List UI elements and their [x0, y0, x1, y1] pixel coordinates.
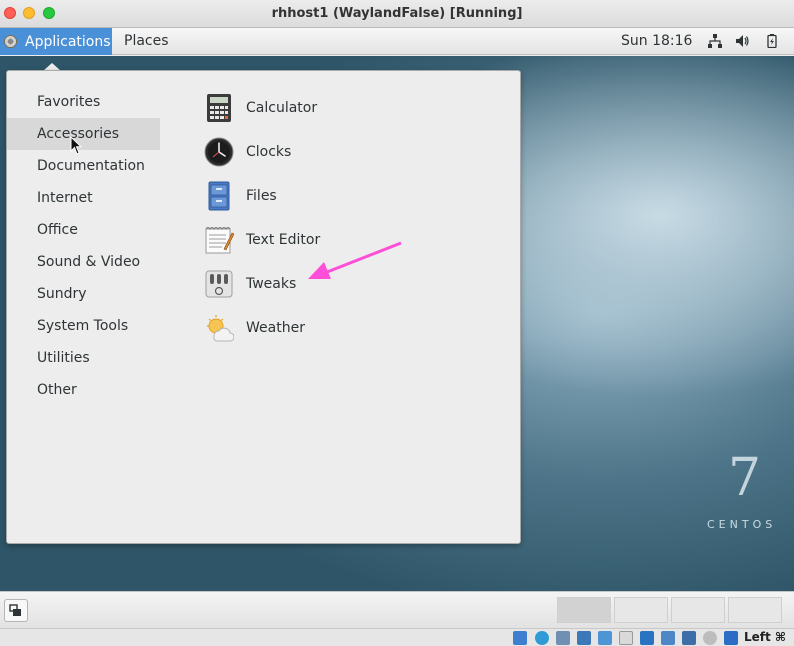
category-documentation[interactable]: Documentation: [37, 158, 145, 174]
network-adapter-icon[interactable]: [577, 631, 591, 645]
category-system-tools[interactable]: System Tools: [37, 318, 128, 334]
workspace-2[interactable]: [614, 597, 668, 623]
volume-icon[interactable]: [735, 34, 749, 48]
window-titlebar: rhhost1 (WaylandFalse) [Running]: [0, 0, 794, 28]
virtualization-icon[interactable]: [682, 631, 696, 645]
app-label: Files: [246, 188, 277, 204]
app-calculator[interactable]: Calculator: [204, 90, 404, 126]
clock-icon: [204, 137, 234, 167]
places-menu-button[interactable]: Places: [124, 33, 169, 49]
workspace-4[interactable]: [728, 597, 782, 623]
centos-logo-number: 7: [728, 448, 762, 508]
applications-label: Applications: [25, 33, 111, 50]
weather-icon: [207, 315, 234, 342]
annotation-arrow-icon: [308, 241, 402, 279]
window-list-icon: [9, 604, 21, 616]
category-office[interactable]: Office: [37, 222, 78, 238]
mouse-integration-icon[interactable]: [724, 631, 738, 645]
tweaks-icon: [205, 270, 233, 298]
app-label: Tweaks: [246, 276, 297, 292]
app-files[interactable]: Files: [204, 178, 404, 214]
category-internet[interactable]: Internet: [37, 190, 93, 206]
hard-disk-icon[interactable]: [513, 631, 527, 645]
bottom-panel: [0, 591, 794, 628]
optical-drive-icon[interactable]: [535, 631, 549, 645]
gnome-top-bar: Applications Places Sun 18:16: [0, 28, 794, 55]
clock[interactable]: Sun 18:16: [621, 33, 692, 49]
app-label: Weather: [246, 320, 305, 336]
usb-icon[interactable]: [598, 631, 612, 645]
workspace-1[interactable]: [557, 597, 611, 623]
app-clocks[interactable]: Clocks: [204, 134, 404, 170]
category-sound-video[interactable]: Sound & Video: [37, 254, 140, 270]
category-utilities[interactable]: Utilities: [37, 350, 90, 366]
applications-menu-button[interactable]: Applications: [0, 28, 112, 55]
display-icon[interactable]: [640, 631, 654, 645]
shared-folders-icon[interactable]: [619, 631, 633, 645]
app-weather[interactable]: Weather: [204, 310, 404, 346]
app-label: Calculator: [246, 100, 318, 116]
virtualbox-status-bar: Left ⌘: [0, 628, 794, 646]
category-other[interactable]: Other: [37, 382, 77, 398]
mouse-pointer-icon: [70, 136, 82, 155]
host-key-indicator: Left ⌘: [744, 630, 787, 644]
cpu-icon[interactable]: [703, 631, 717, 645]
network-icon[interactable]: [708, 34, 722, 48]
app-label: Clocks: [246, 144, 292, 160]
video-capture-icon[interactable]: [661, 631, 675, 645]
gnome-foot-icon: [4, 35, 17, 48]
workspace-3[interactable]: [671, 597, 725, 623]
battery-icon[interactable]: [765, 34, 779, 48]
file-cabinet-icon: [208, 181, 230, 211]
category-favorites[interactable]: Favorites: [37, 94, 100, 110]
text-editor-icon: [205, 227, 234, 254]
calculator-icon: [207, 94, 231, 122]
show-desktop-button[interactable]: [4, 599, 28, 622]
category-sundry[interactable]: Sundry: [37, 286, 87, 302]
window-title: rhhost1 (WaylandFalse) [Running]: [271, 6, 523, 21]
audio-icon[interactable]: [556, 631, 570, 645]
centos-logo-word: CENTOS: [707, 518, 777, 531]
